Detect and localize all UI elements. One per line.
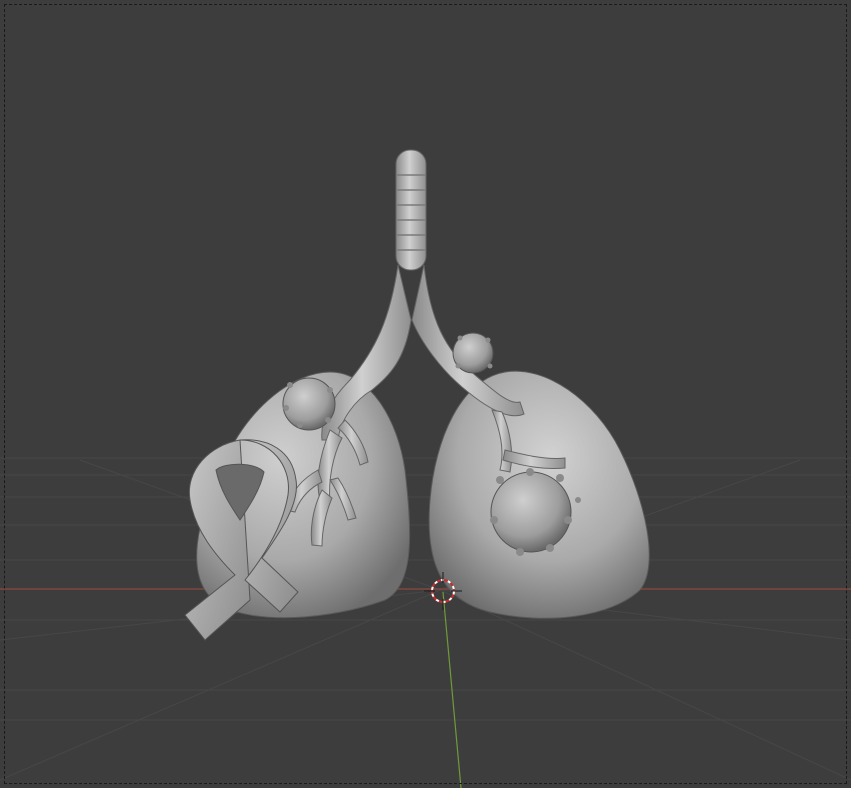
virus-icon[interactable] xyxy=(490,471,572,553)
viewport-canvas[interactable] xyxy=(0,0,851,788)
floor-grid xyxy=(0,457,851,781)
3d-viewport[interactable] xyxy=(0,0,851,788)
trachea[interactable] xyxy=(395,149,427,271)
